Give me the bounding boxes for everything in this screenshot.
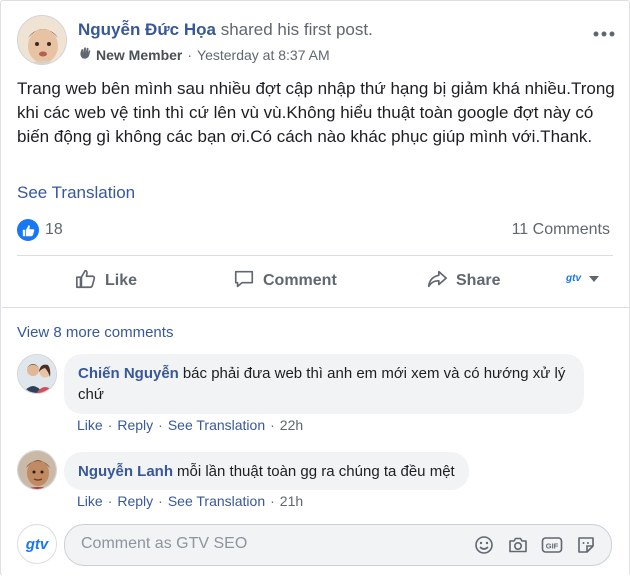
svg-text:GIF: GIF [546,542,559,551]
comment-like-link[interactable]: Like [77,417,103,433]
author-name[interactable]: Nguyễn Đức Họa [78,20,216,39]
composer-icons: GIF [473,534,597,556]
comment-reply-link[interactable]: Reply [117,417,153,433]
post-card: Nguyễn Đức Họa shared his first post. Ne… [0,0,630,576]
separator: · [158,417,163,433]
comment-bubble: Nguyễn Lanh mỗi lần thuật toàn gg ra chún… [64,452,469,490]
post-meta: New Member · Yesterday at 8:37 AM [78,46,330,63]
chevron-down-icon [589,275,599,282]
comments-section: View 8 more comments Chiến Nguyễn bác phả… [2,307,629,576]
author-action-text: shared his first post. [220,20,373,39]
author-avatar[interactable] [17,15,67,65]
comment-actions: Like · Reply · See Translation · 21h [77,493,303,509]
camera-icon[interactable] [507,534,529,556]
gif-icon[interactable]: GIF [541,534,563,556]
separator: · [158,493,163,509]
comment-actions: Like · Reply · See Translation · 22h [77,417,303,433]
see-translation-link[interactable]: See Translation [17,183,135,203]
comment-time[interactable]: 22h [280,417,303,433]
comment-label: Comment [263,272,337,289]
separator: · [107,417,113,433]
post-timestamp[interactable]: Yesterday at 8:37 AM [197,47,330,63]
separator: · [270,417,275,433]
comment-like-link[interactable]: Like [77,493,103,509]
commenter-avatar[interactable] [17,450,57,490]
sticker-icon[interactable] [575,534,597,556]
view-more-comments-link[interactable]: View 8 more comments [17,324,173,341]
comment-see-translation-link[interactable]: See Translation [168,493,265,509]
comment-bubble: Chiến Nguyễn bác phải đưa web thì anh em … [64,354,584,414]
divider [17,255,613,256]
like-button[interactable]: Like [75,267,137,295]
comment-reply-link[interactable]: Reply [117,493,153,509]
post-header-line: Nguyễn Đức Họa shared his first post. [78,20,373,40]
share-arrow-icon [426,268,456,295]
like-label: Like [105,272,138,289]
meta-separator: · [187,46,193,63]
emoji-icon[interactable] [473,534,495,556]
reaction-count[interactable]: 18 [45,221,63,239]
composer-avatar[interactable]: gtv [17,524,57,564]
hand-wave-icon [78,46,92,63]
commenter-avatar[interactable] [17,354,57,394]
comment-bubble-icon [233,268,263,295]
separator: · [270,493,275,509]
member-badge: New Member [96,46,183,63]
gtv-logo-icon: gtv [566,273,581,284]
share-label: Share [456,272,501,289]
comment-time[interactable]: 21h [280,493,303,509]
post-text: Trang web bên mình sau nhiều đợt cập nhậ… [17,79,615,146]
comments-count[interactable]: 11 Comments [512,221,610,239]
commenter-name[interactable]: Nguyễn Lanh [78,463,173,480]
commenter-name[interactable]: Chiến Nguyễn [78,365,179,382]
share-button[interactable]: Share [426,267,500,295]
thumbs-up-icon[interactable] [17,219,39,241]
comment-see-translation-link[interactable]: See Translation [168,417,265,433]
more-options-icon[interactable] [593,17,615,43]
audience-selector[interactable]: gtv [566,273,599,284]
thumbs-up-outline-icon [75,268,105,295]
separator: · [107,493,113,509]
comment-text: mỗi lần thuật toàn gg ra chúng ta đều mệ… [177,463,455,480]
comment-composer: GIF [64,524,612,566]
comment-input[interactable] [81,535,441,553]
comment-button[interactable]: Comment [233,267,337,295]
